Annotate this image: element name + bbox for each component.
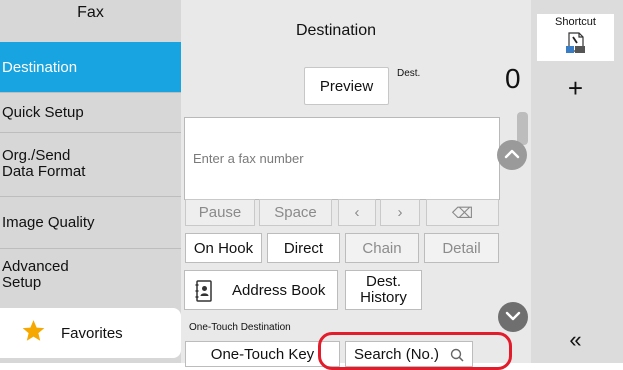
collapse-panel-button[interactable]: « [537,327,614,353]
dest-history-label: Dest. History [360,274,407,306]
menu-item-label-wrap: Advanced Setup [2,257,69,291]
space-key-label: Space [274,204,317,221]
chevron-left-icon: ‹ [354,204,360,221]
chain-label: Chain [362,239,402,257]
chevron-down-icon [505,308,521,326]
menu-item-label-line1: Advanced [2,257,69,275]
menu-item-destination[interactable]: Destination [0,42,181,92]
menu-item-image-quality[interactable]: Image Quality [0,196,181,248]
backspace-key[interactable]: ⌫ [426,199,499,226]
backspace-icon: ⌫ [451,204,474,222]
dest-history-line2: History [360,289,407,306]
direct-button[interactable]: Direct [267,233,340,263]
menu-header: Fax [77,4,104,21]
menu-item-quick-setup[interactable]: Quick Setup [0,92,181,132]
fax-number-field[interactable] [184,117,500,200]
highlight-ring [318,332,512,370]
address-book-button[interactable]: Address Book [184,270,338,310]
on-hook-label: On Hook [193,239,254,257]
fax-number-input[interactable] [185,118,499,199]
on-hook-button[interactable]: On Hook [185,233,262,263]
menu-item-label-line1: Org./Send [2,146,71,164]
preview-button[interactable]: Preview [304,67,389,105]
scrollbar-thumb[interactable] [517,112,528,145]
detail-button[interactable]: Detail [424,233,499,263]
preview-label: Preview [319,77,374,95]
dest-label: Dest. [397,68,421,79]
favorites-label: Favorites [61,324,123,342]
menu-item-label: Image Quality [2,214,95,231]
scroll-down-button[interactable] [498,302,528,332]
address-book-label: Address Book [232,281,326,299]
menu-item-label: Destination [2,58,78,76]
address-book-icon [195,280,213,306]
space-key[interactable]: Space [259,199,332,226]
shortcut-tile[interactable] [537,30,614,61]
menu-item-label-line2: Data Format [2,162,86,180]
menu-item-advanced-setup[interactable]: Advanced Setup [0,248,181,300]
detail-label: Detail [442,239,481,257]
chevron-right-icon: › [397,204,403,221]
favorites-button[interactable]: Favorites [0,308,181,358]
cursor-left-key[interactable]: ‹ [338,199,376,226]
fax-shortcut-icon [565,31,587,60]
one-touch-key-button[interactable]: One-Touch Key [185,341,340,367]
pause-key[interactable]: Pause [185,199,255,226]
scroll-up-button[interactable] [497,140,527,170]
page-title: Destination [295,22,377,39]
dest-history-button[interactable]: Dest. History [345,270,422,310]
dest-count: 0 [505,63,521,94]
menu-item-label-wrap: Org./Send Data Format [2,146,86,180]
chain-button[interactable]: Chain [345,233,419,263]
chevron-up-icon [504,146,520,164]
menu-item-label-line2: Setup [2,273,42,291]
cursor-right-key[interactable]: › [380,199,420,226]
menu-item-org-send-data-format[interactable]: Org./Send Data Format [0,132,181,194]
add-shortcut-button[interactable]: + [537,73,614,104]
onetouch-section-label: One-Touch Destination [189,322,291,333]
direct-label: Direct [283,239,324,257]
dest-history-line1: Dest. [365,273,401,290]
pause-key-label: Pause [198,204,242,221]
one-touch-key-label: One-Touch Key [210,345,315,363]
menu-item-label: Quick Setup [2,104,84,121]
star-icon [20,318,47,348]
shortcut-label: Shortcut [537,14,614,30]
